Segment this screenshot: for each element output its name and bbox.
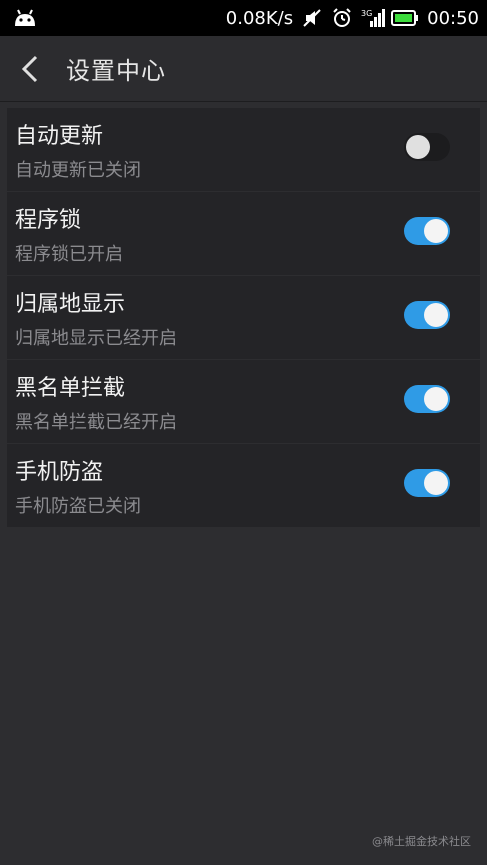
setting-caller-location[interactable]: 归属地显示 归属地显示已经开启 xyxy=(7,276,480,359)
blacklist-toggle[interactable] xyxy=(404,385,450,413)
toggle-knob xyxy=(424,303,448,327)
setting-title: 手机防盗 xyxy=(15,460,104,485)
title-bar: 设置中心 xyxy=(0,36,487,102)
setting-subtitle: 手机防盗已关闭 xyxy=(15,496,141,517)
toggle-knob xyxy=(424,471,448,495)
android-icon xyxy=(12,8,38,28)
setting-app-lock[interactable]: 程序锁 程序锁已开启 xyxy=(7,192,480,275)
setting-subtitle: 归属地显示已经开启 xyxy=(15,328,177,349)
network-speed: 0.08K/s xyxy=(225,7,294,29)
setting-title: 自动更新 xyxy=(15,124,104,149)
toggle-knob xyxy=(406,135,430,159)
setting-anti-theft[interactable]: 手机防盗 手机防盗已关闭 xyxy=(7,444,480,527)
anti-theft-toggle[interactable] xyxy=(404,469,450,497)
signal-icon: 3G xyxy=(361,7,386,29)
auto-update-toggle[interactable] xyxy=(404,133,450,161)
toggle-knob xyxy=(424,219,448,243)
setting-title: 黑名单拦截 xyxy=(15,376,126,401)
settings-list: 自动更新 自动更新已关闭 程序锁 程序锁已开启 归属地显示 归属地显示已经开启 … xyxy=(7,108,480,528)
alarm-icon xyxy=(331,7,353,29)
clock: 00:50 xyxy=(427,7,479,29)
app-lock-toggle[interactable] xyxy=(404,217,450,245)
setting-subtitle: 自动更新已关闭 xyxy=(15,160,141,181)
watermark: @稀土掘金技术社区 xyxy=(372,835,471,848)
back-button[interactable] xyxy=(0,36,60,102)
battery-icon xyxy=(391,10,419,26)
setting-title: 归属地显示 xyxy=(15,292,126,317)
setting-auto-update[interactable]: 自动更新 自动更新已关闭 xyxy=(7,108,480,191)
setting-blacklist[interactable]: 黑名单拦截 黑名单拦截已经开启 xyxy=(7,360,480,443)
setting-title: 程序锁 xyxy=(15,208,82,233)
status-right: 0.08K/s 3G 00:50 xyxy=(226,7,479,29)
toggle-knob xyxy=(424,387,448,411)
back-arrow-icon xyxy=(21,55,38,82)
caller-location-toggle[interactable] xyxy=(404,301,450,329)
setting-subtitle: 程序锁已开启 xyxy=(15,244,123,265)
network-type: 3G xyxy=(361,9,372,18)
status-bar: 0.08K/s 3G 00:50 xyxy=(0,0,487,36)
mute-icon xyxy=(301,7,323,29)
page-title: 设置中心 xyxy=(66,57,166,85)
setting-subtitle: 黑名单拦截已经开启 xyxy=(15,412,177,433)
